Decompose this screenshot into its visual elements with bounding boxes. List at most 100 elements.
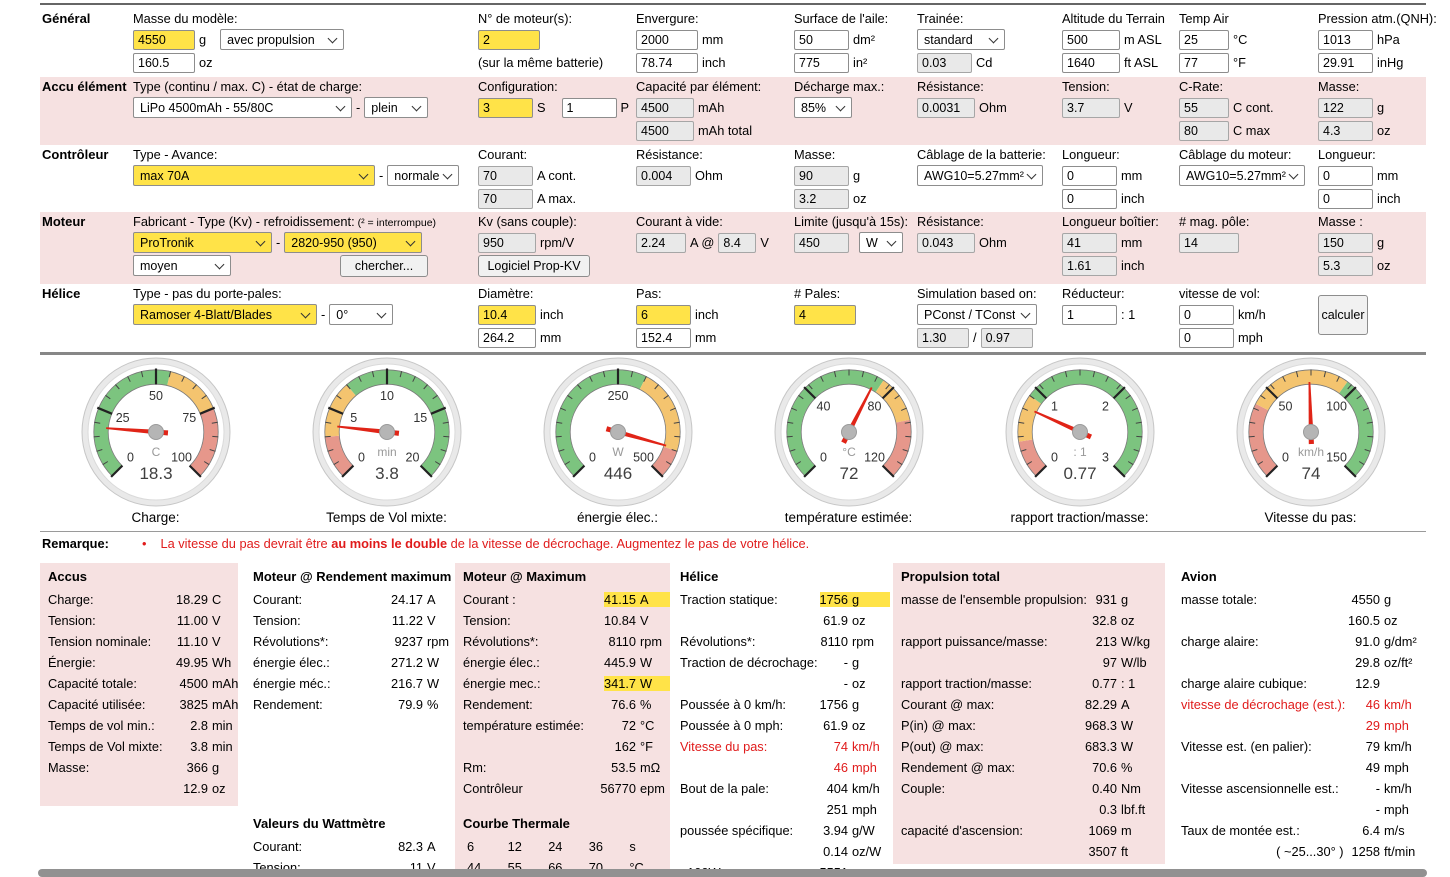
vitesse-de-vol-input-10[interactable] xyxy=(1179,328,1234,348)
longueur-input-00[interactable] xyxy=(1062,166,1117,186)
longueur-input-10[interactable] xyxy=(1062,189,1117,209)
field-label: Longueur: xyxy=(1318,147,1400,164)
trainee-select-00[interactable]: standard xyxy=(917,29,1005,50)
result-label: poussée spécifique: xyxy=(680,823,823,838)
pales-input-00[interactable] xyxy=(794,305,856,325)
result-row: 29mph xyxy=(1181,715,1426,736)
field-label: Configuration: xyxy=(478,79,629,96)
simulation-based-on-select-00[interactable]: PConst / TConst xyxy=(917,304,1037,325)
field-group-courant-a-vide: Courant à vide:A @V xyxy=(636,214,769,254)
diametre-input-00[interactable] xyxy=(478,305,536,325)
type-pas-du-porte-pales-select-00[interactable]: Ramoser 4-Blatt/Blades xyxy=(133,304,317,325)
result-unit: mAh xyxy=(208,697,238,712)
field-label: Décharge max.: xyxy=(794,79,884,96)
pas-input-00[interactable] xyxy=(636,305,691,325)
pression-atm-qnh-input-10[interactable] xyxy=(1318,53,1373,73)
results-header-helice: Hélice xyxy=(680,569,890,589)
temp-air-input-00[interactable] xyxy=(1179,30,1229,50)
result-value: 11.22 xyxy=(392,613,423,628)
row-label-controleur: Contrôleur xyxy=(42,147,108,162)
result-value: 6.4 xyxy=(1362,823,1380,838)
horizontal-scrollbar[interactable] xyxy=(38,869,1427,877)
results-column-moteur-rendement-max: Moteur @ Rendement maximumCourant:24.17A… xyxy=(245,563,455,877)
field-label-note: (² = interrompue) xyxy=(355,217,436,229)
type-avance-select-02[interactable]: normale xyxy=(387,165,459,186)
result-unit: km/h xyxy=(1380,739,1426,754)
result-unit: W xyxy=(423,655,455,670)
result-value: 3.94 xyxy=(823,823,848,838)
result-label: Poussée à 0 mph: xyxy=(680,718,823,733)
result-unit: g/W xyxy=(848,823,890,838)
svg-text:446: 446 xyxy=(603,464,631,483)
n-de-moteur-s-input-00[interactable] xyxy=(478,30,540,50)
fabricant-type-kv-refroidissement-select-02[interactable]: 2820-950 (950) xyxy=(284,232,422,253)
cablage-de-la-batterie-select-00[interactable]: AWG10=5.27mm² xyxy=(917,165,1043,186)
surface-de-l-aile-input-00[interactable] xyxy=(794,30,849,50)
altitude-du-terrain-input-00[interactable] xyxy=(1062,30,1120,50)
field-label: Résistance: xyxy=(917,214,1007,231)
result-row: Poussée à 0 km/h:1756g xyxy=(680,694,890,715)
unit-label: inch xyxy=(1121,191,1144,206)
form-row-general: GénéralMasse du modèle:gavec propulsiono… xyxy=(40,5,1426,77)
result-label: Couple: xyxy=(901,781,1092,796)
calculer-button[interactable]: calculer xyxy=(1318,295,1368,335)
masse-du-modele-select-03[interactable]: avec propulsion xyxy=(220,29,344,50)
reducteur-input-00[interactable] xyxy=(1062,305,1117,325)
unit-label: dm² xyxy=(853,32,875,47)
result-value: 968.3 xyxy=(1085,718,1117,733)
decharge-max-select-00[interactable]: 85% xyxy=(794,97,852,118)
result-value: 72 xyxy=(622,718,636,733)
cablage-du-moteur-select-00[interactable]: AWG10=5.27mm² xyxy=(1179,165,1305,186)
pression-atm-qnh-input-00[interactable] xyxy=(1318,30,1373,50)
svg-text:75: 75 xyxy=(182,411,196,425)
pas-input-10[interactable] xyxy=(636,328,691,348)
vitesse-de-vol-input-00[interactable] xyxy=(1179,305,1234,325)
result-label: Tension: xyxy=(48,613,177,628)
result-value: 3.8 xyxy=(190,739,208,754)
configuration-input-00[interactable] xyxy=(478,98,533,118)
unit-label: mAh xyxy=(698,100,724,115)
fabricant-type-kv-refroidissement-select-10[interactable]: moyen xyxy=(133,255,231,276)
longueur-input-00[interactable] xyxy=(1318,166,1373,186)
field-group-surface-de-l-aile: Surface de l'aile:dm²in² xyxy=(794,11,888,74)
result-row: Couple:0.40Nm xyxy=(901,778,1165,799)
type-continu-max-c-etat-de-charge-select-00[interactable]: LiPo 4500mAh - 55/80C xyxy=(133,97,352,118)
limite-jusqu-a-15s-select-02[interactable]: W xyxy=(859,232,903,253)
envergure-input-10[interactable] xyxy=(636,53,698,73)
longueur-boitier-input-00 xyxy=(1062,233,1117,253)
chevron-down-icon xyxy=(1027,169,1037,179)
unit-label: V xyxy=(760,235,769,250)
chevron-down-icon xyxy=(1021,308,1031,318)
type-pas-du-porte-pales-select-02[interactable]: 0° xyxy=(329,304,393,325)
selected-option: Ramoser 4-Blatt/Blades xyxy=(140,308,272,322)
result-unit: V xyxy=(208,634,238,649)
masse-du-modele-input-00[interactable] xyxy=(133,30,195,50)
field-label: Pression atm.(QNH): xyxy=(1318,11,1437,28)
result-unit: mph xyxy=(1380,718,1426,733)
result-unit: W/lb xyxy=(1117,655,1165,670)
result-value: 11.00 xyxy=(177,613,208,628)
fabricant-type-kv-refroidissement-select-00[interactable]: ProTronik xyxy=(133,232,272,253)
type-avance-select-00[interactable]: max 70A xyxy=(133,165,375,186)
configuration-input-03[interactable] xyxy=(562,98,617,118)
result-unit: rpm xyxy=(636,634,670,649)
temp-air-input-10[interactable] xyxy=(1179,53,1229,73)
results-column-moteur-maximum: Moteur @ MaximumCourant :41.15ATension:1… xyxy=(455,563,670,877)
altitude-du-terrain-input-10[interactable] xyxy=(1062,53,1120,73)
chercher-button[interactable]: chercher... xyxy=(340,255,428,277)
longueur-input-10[interactable] xyxy=(1318,189,1373,209)
c-rate-input-10 xyxy=(1179,121,1229,141)
field-group-vitesse-de-vol: vitesse de vol:km/hmph xyxy=(1179,286,1266,349)
envergure-input-00[interactable] xyxy=(636,30,698,50)
field-label: Type (continu / max. C) - état de charge… xyxy=(133,79,428,96)
result-unit: mph xyxy=(848,802,890,817)
field-group-type-pas-du-porte-pales: Type - pas du porte-pales:Ramoser 4-Blat… xyxy=(133,286,393,326)
result-value: 29.8 xyxy=(1355,655,1380,670)
diametre-input-10[interactable] xyxy=(478,328,536,348)
result-unit: W xyxy=(636,676,670,691)
result-label: rapport traction/masse: xyxy=(901,676,1092,691)
type-continu-max-c-etat-de-charge-select-02[interactable]: plein xyxy=(364,97,428,118)
surface-de-l-aile-input-10[interactable] xyxy=(794,53,849,73)
logiciel-prop-kv-button[interactable]: Logiciel Prop-KV xyxy=(478,255,590,277)
masse-du-modele-input-10[interactable] xyxy=(133,53,195,73)
